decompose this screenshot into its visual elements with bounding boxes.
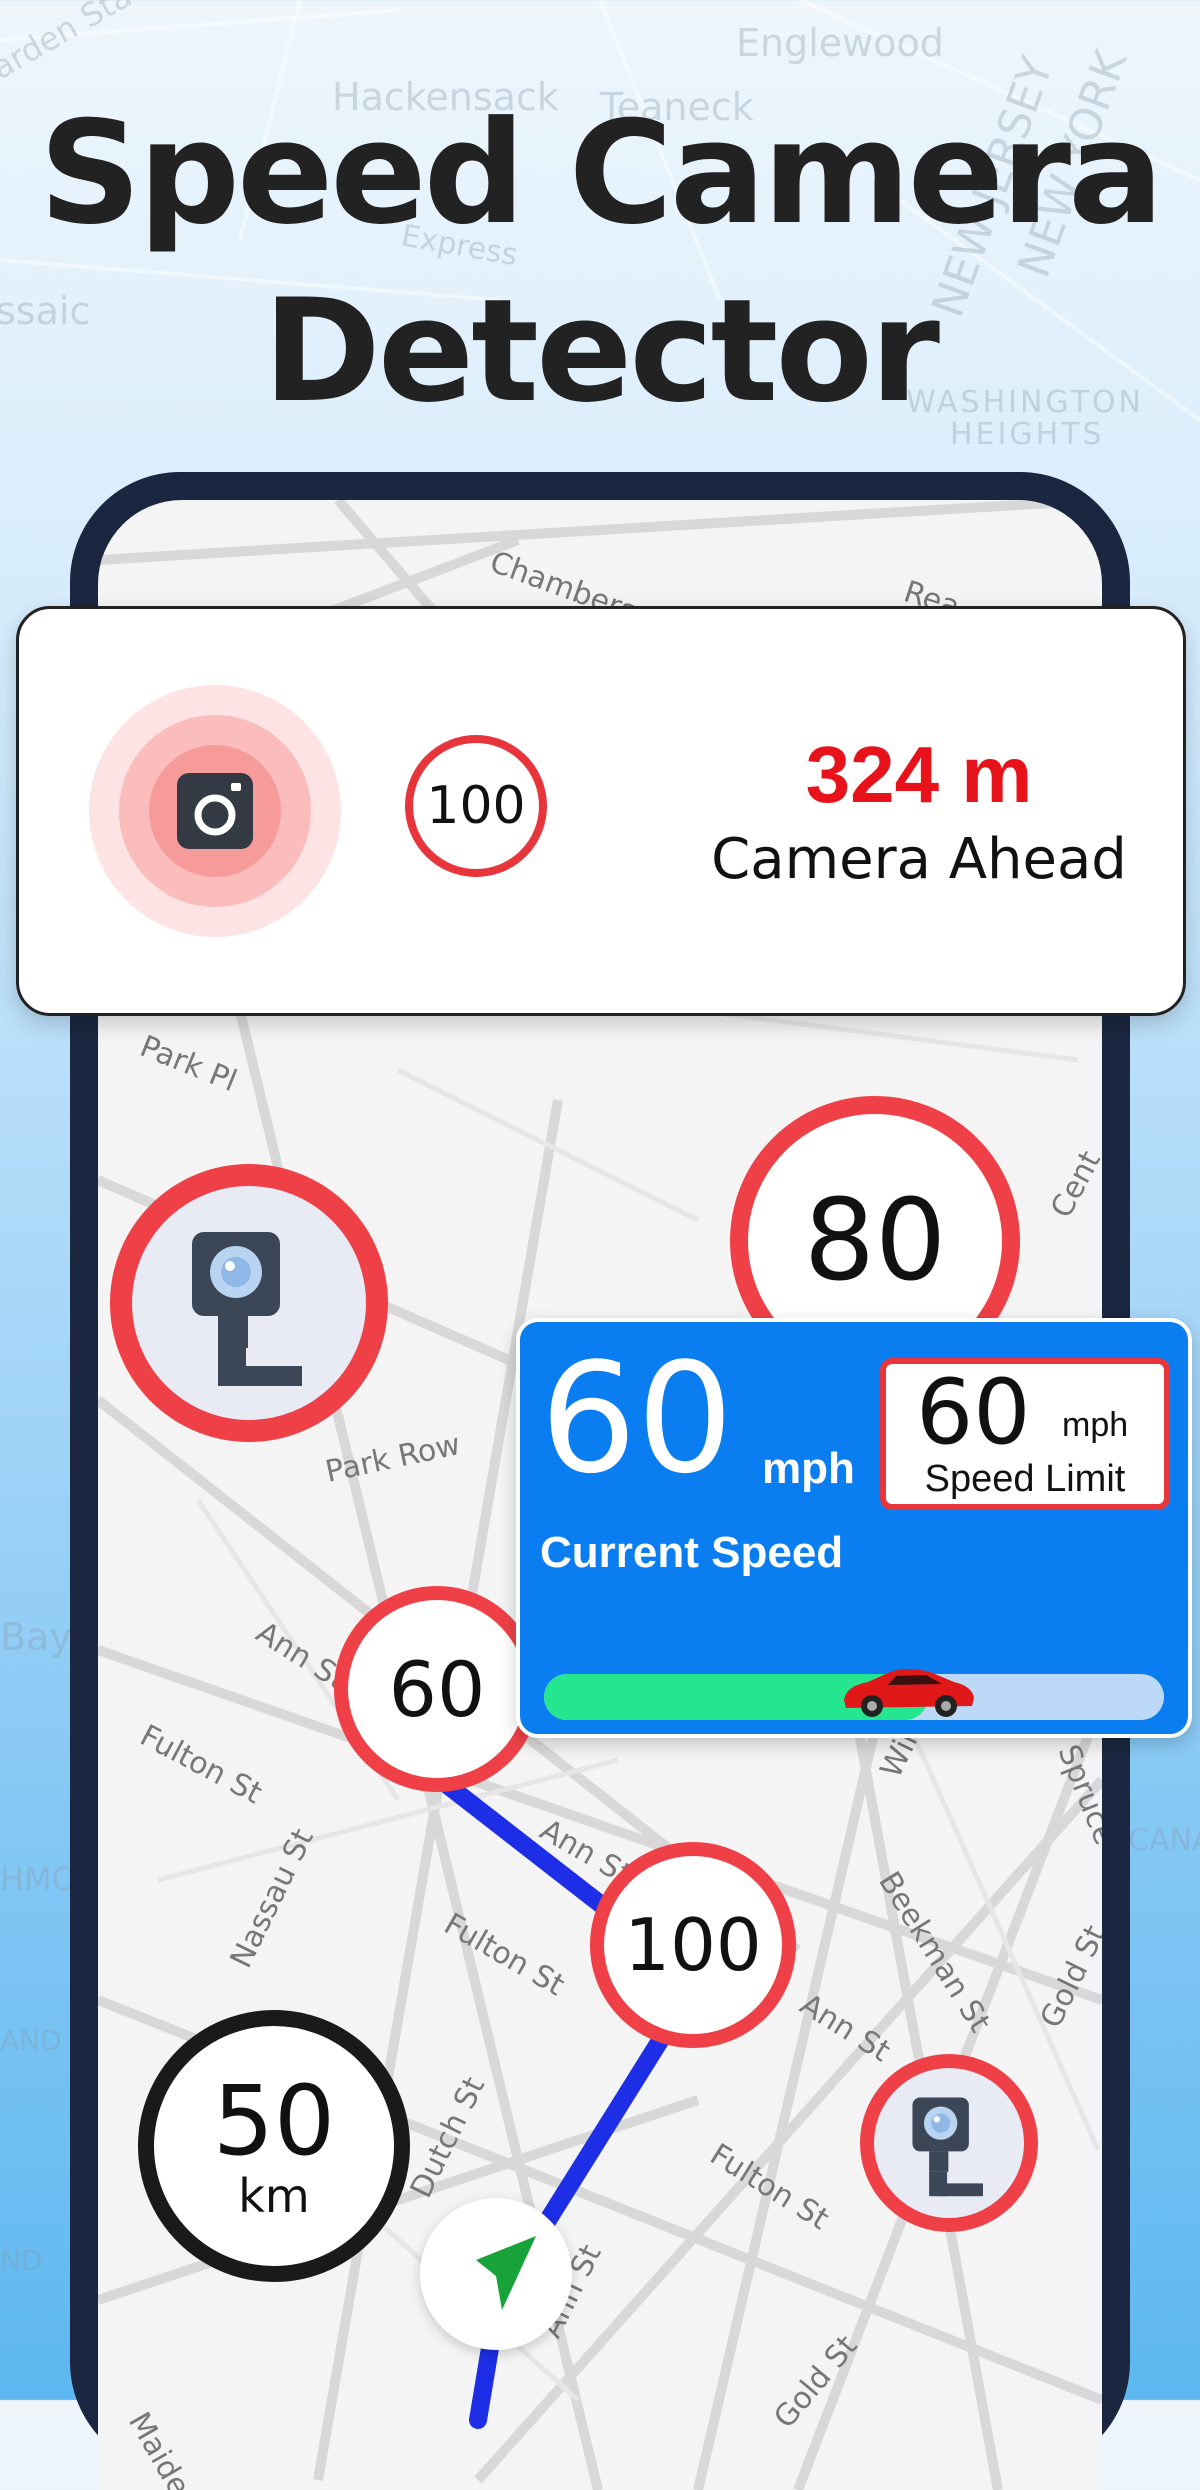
- camera-icon: [175, 771, 255, 851]
- bg-label: arden Sta: [0, 0, 138, 87]
- current-speed-gauge[interactable]: 50 km: [138, 2010, 410, 2282]
- camera-marker[interactable]: [860, 2054, 1038, 2232]
- gauge-unit: km: [238, 2171, 309, 2221]
- current-speed-value: 60: [540, 1334, 733, 1504]
- street-label: Cent: [1044, 1145, 1102, 1224]
- speed-limit-box: 60 mph Speed Limit: [880, 1358, 1170, 1510]
- bg-label: HMO: [0, 1860, 77, 1898]
- cctv-camera-icon: [132, 1186, 366, 1420]
- car-icon: [838, 1652, 978, 1722]
- camera-distance: 324 m: [639, 729, 1199, 821]
- cctv-camera-icon: [874, 2068, 1024, 2218]
- street-label: Gold St: [767, 2329, 864, 2435]
- street-label: Fulton St: [134, 1718, 268, 1811]
- bg-label: CANA: [1128, 1823, 1200, 1858]
- page-title: Speed Camera Detector: [0, 85, 1200, 441]
- street-label: Maiden: [121, 2407, 206, 2490]
- navigation-position[interactable]: [420, 2198, 572, 2350]
- speed-limit-marker-100[interactable]: 100: [590, 1842, 796, 2048]
- speed-limit-value: 60: [916, 1358, 1031, 1468]
- street-label: Nassau St: [224, 1823, 321, 1973]
- speed-limit-sign: 100: [405, 735, 547, 877]
- speed-limit-marker-60[interactable]: 60: [334, 1586, 540, 1792]
- speed-limit-label: Speed Limit: [886, 1458, 1164, 1501]
- speed-panel: 60 mph Current Speed 60 mph Speed Limit: [516, 1318, 1192, 1738]
- bg-label: ND: [0, 2244, 43, 2277]
- street-label: Park Pl: [135, 1029, 242, 1099]
- current-speed-unit: mph: [762, 1444, 855, 1494]
- camera-marker[interactable]: [110, 1164, 388, 1442]
- title-line-2: Detector: [0, 263, 1200, 441]
- bg-label: AND: [0, 2024, 62, 2057]
- speed-limit-unit: mph: [1062, 1406, 1128, 1445]
- street-label: Fulton St: [438, 1907, 570, 2004]
- navigation-arrow-icon: [420, 2198, 572, 2350]
- camera-ahead-label: Camera Ahead: [639, 827, 1199, 892]
- current-speed-label: Current Speed: [540, 1528, 843, 1578]
- gauge-value: 50: [213, 2071, 335, 2171]
- bg-label: Bay: [0, 1615, 72, 1659]
- title-line-1: Speed Camera: [0, 85, 1200, 263]
- camera-alert-card[interactable]: 100 324 m Camera Ahead: [16, 606, 1186, 1016]
- bg-label: Englewood: [736, 21, 944, 65]
